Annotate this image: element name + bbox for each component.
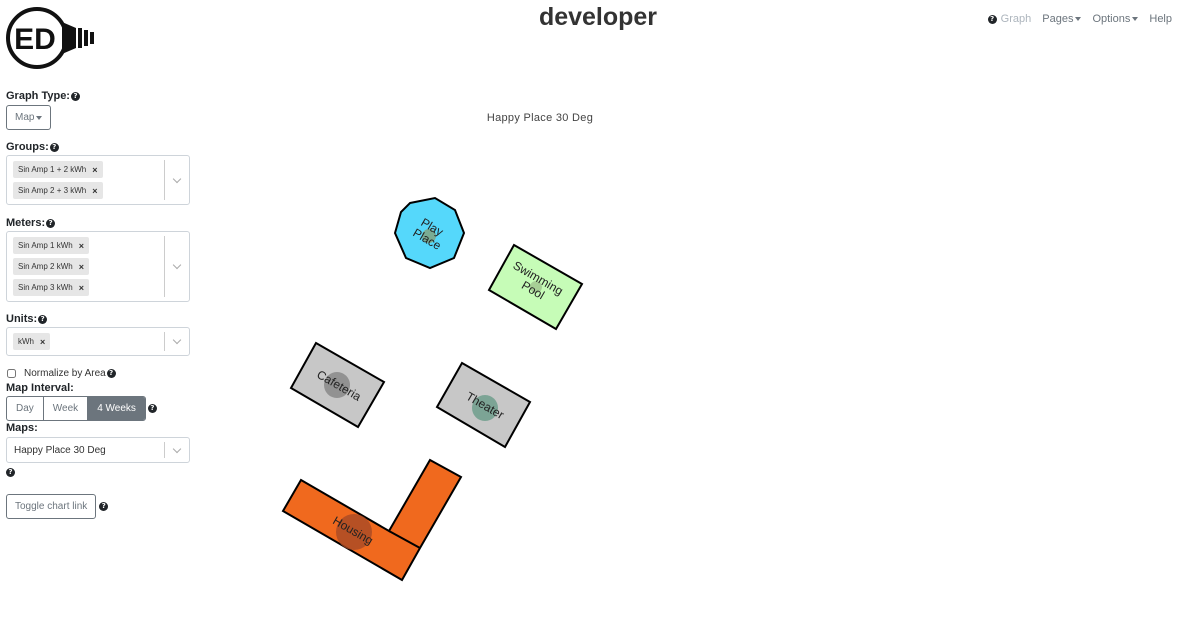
building-swimming-pool[interactable]: Swimming Pool <box>487 243 584 331</box>
building-housing[interactable]: Housing <box>281 458 463 582</box>
building-shape <box>281 458 463 582</box>
building-cafeteria[interactable]: Cafeteria <box>289 341 386 429</box>
building-theater[interactable]: Theater <box>435 361 532 449</box>
building-play-place[interactable]: Play Place <box>393 196 466 270</box>
map-canvas: Play Place Swimming Pool Cafeteria Theat… <box>281 196 584 582</box>
